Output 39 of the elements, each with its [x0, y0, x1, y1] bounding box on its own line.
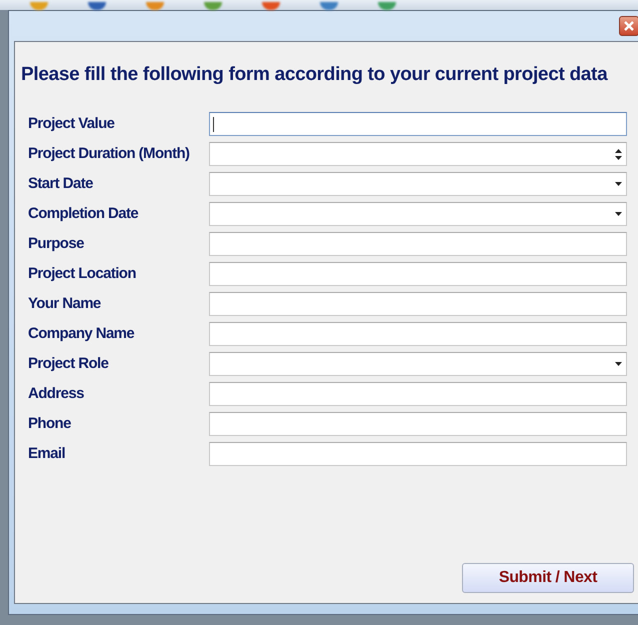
dropdown-arrow-icon[interactable]	[615, 212, 622, 216]
dropdown-arrow-icon[interactable]	[615, 182, 622, 186]
field-label: Address	[28, 384, 85, 404]
dropdown-field[interactable]	[209, 352, 627, 376]
toolbar-icon[interactable]	[204, 2, 222, 10]
toolbar-icon[interactable]	[146, 2, 164, 10]
field-label: Purpose	[28, 234, 85, 254]
spin-field[interactable]	[209, 142, 627, 166]
field-label: Company Name	[28, 324, 136, 344]
input-field[interactable]	[209, 262, 627, 286]
close-button[interactable]	[619, 16, 638, 36]
field-label: Project Location	[28, 264, 137, 284]
submit-button[interactable]: Submit / Next	[462, 563, 634, 593]
toolbar-icon[interactable]	[262, 2, 280, 10]
dropdown-field[interactable]	[209, 202, 627, 226]
input-field[interactable]	[209, 382, 627, 406]
dropdown-field[interactable]	[209, 172, 627, 196]
field-label: Start Date	[28, 174, 94, 194]
form-heading: Please fill the following form according to your current project data	[21, 64, 609, 86]
input-field[interactable]	[209, 292, 627, 316]
close-icon	[624, 21, 634, 31]
input-field[interactable]	[209, 412, 627, 436]
dropdown-arrow-icon[interactable]	[615, 362, 622, 366]
toolbar-icon[interactable]	[378, 2, 396, 10]
input-field[interactable]	[209, 442, 627, 466]
field-label: Project Duration (Month)	[28, 144, 190, 164]
field-label: Project Value	[28, 114, 116, 134]
field-label: Email	[28, 444, 66, 464]
toolbar-icon[interactable]	[320, 2, 338, 10]
toolbar-icon[interactable]	[88, 2, 106, 10]
field-label: Completion Date	[28, 204, 140, 224]
input-field[interactable]	[209, 112, 627, 136]
spin-down-icon[interactable]	[615, 156, 622, 160]
field-label: Phone	[28, 414, 72, 434]
input-field[interactable]	[209, 232, 627, 256]
input-field[interactable]	[209, 322, 627, 346]
field-label: Project Role	[28, 354, 110, 374]
spin-up-icon[interactable]	[615, 148, 622, 152]
field-label: Your Name	[28, 294, 102, 314]
